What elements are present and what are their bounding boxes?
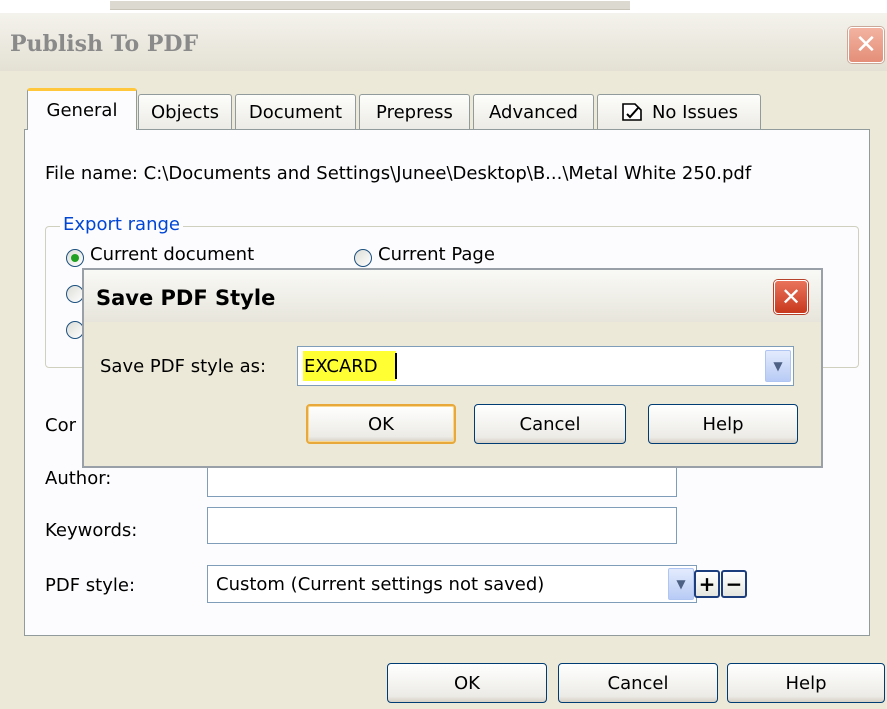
radio-current-page-label: Current Page bbox=[378, 244, 495, 265]
tab-label: Advanced bbox=[489, 101, 578, 123]
tab-advanced[interactable]: Advanced bbox=[473, 94, 594, 129]
help-button[interactable]: Help bbox=[727, 663, 885, 703]
save-dialog-close-button[interactable]: ✕ bbox=[774, 280, 808, 314]
save-dialog-ok-button[interactable]: OK bbox=[306, 404, 456, 444]
issues-icon bbox=[622, 103, 642, 121]
minus-icon: − bbox=[725, 572, 743, 596]
tab-label: Prepress bbox=[376, 101, 453, 123]
cancel-button[interactable]: Cancel bbox=[558, 663, 718, 703]
tab-prepress[interactable]: Prepress bbox=[359, 94, 470, 129]
file-name-text: File name: C:\Documents and Settings\Jun… bbox=[45, 163, 752, 184]
remove-pdf-style-button[interactable]: − bbox=[721, 570, 747, 598]
tab-no-issues[interactable]: No Issues bbox=[597, 94, 761, 129]
pdf-style-label: PDF style: bbox=[45, 575, 136, 596]
cancel-button-label: Cancel bbox=[607, 672, 669, 694]
save-dialog-title: Save PDF Style bbox=[96, 286, 276, 310]
keywords-field[interactable] bbox=[207, 507, 677, 544]
pdf-style-select[interactable]: Custom (Current settings not saved) ▼ bbox=[207, 565, 697, 603]
help-button-label: Help bbox=[702, 413, 744, 435]
close-icon: ✕ bbox=[855, 30, 877, 60]
save-pdf-style-dialog: Save PDF Style ✕ Save PDF style as: ▼ OK… bbox=[82, 268, 823, 468]
ok-button-label: OK bbox=[368, 413, 394, 435]
text-caret bbox=[395, 353, 397, 379]
window-title: Publish To PDF bbox=[10, 31, 199, 57]
radio-current-page[interactable] bbox=[354, 249, 372, 267]
help-button-label: Help bbox=[785, 672, 827, 694]
tab-label: Document bbox=[248, 101, 343, 123]
top-background-strip bbox=[0, 1, 887, 13]
window-close-button[interactable]: ✕ bbox=[848, 27, 884, 63]
chevron-down-icon: ▼ bbox=[676, 577, 686, 591]
radio-current-document-label: Current document bbox=[90, 244, 255, 265]
tab-document[interactable]: Document bbox=[235, 94, 356, 129]
save-style-label: Save PDF style as: bbox=[100, 356, 267, 377]
radio-current-document[interactable] bbox=[66, 249, 84, 267]
chevron-down-icon: ▼ bbox=[773, 359, 783, 373]
pdf-style-value: Custom (Current settings not saved) bbox=[216, 574, 545, 595]
main-title-bar[interactable]: Publish To PDF ✕ bbox=[0, 0, 887, 71]
window-edge bbox=[110, 1, 630, 10]
cancel-button-label: Cancel bbox=[519, 413, 581, 435]
save-dialog-cancel-button[interactable]: Cancel bbox=[474, 404, 626, 444]
ok-button-label: OK bbox=[454, 672, 480, 694]
add-pdf-style-button[interactable]: + bbox=[694, 570, 720, 598]
compatibility-label: Cor bbox=[45, 415, 76, 436]
tab-label: General bbox=[46, 100, 118, 121]
plus-icon: + bbox=[698, 572, 716, 596]
tab-objects[interactable]: Objects bbox=[138, 94, 232, 129]
tab-general[interactable]: General bbox=[27, 88, 137, 130]
tab-label: Objects bbox=[150, 101, 219, 123]
author-label: Author: bbox=[45, 468, 112, 489]
save-style-combo[interactable]: ▼ bbox=[297, 346, 794, 386]
save-dialog-help-button[interactable]: Help bbox=[648, 404, 798, 444]
pdf-style-dropdown-button[interactable]: ▼ bbox=[668, 568, 694, 600]
save-dialog-title-bar[interactable]: Save PDF Style ✕ bbox=[84, 270, 821, 322]
save-style-dropdown-button[interactable]: ▼ bbox=[765, 350, 791, 382]
save-style-name-input[interactable] bbox=[300, 350, 748, 382]
keywords-label: Keywords: bbox=[45, 520, 138, 541]
ok-button[interactable]: OK bbox=[387, 663, 547, 703]
tab-label: No Issues bbox=[651, 101, 739, 123]
export-range-legend: Export range bbox=[60, 214, 183, 235]
close-icon: ✕ bbox=[780, 283, 802, 311]
